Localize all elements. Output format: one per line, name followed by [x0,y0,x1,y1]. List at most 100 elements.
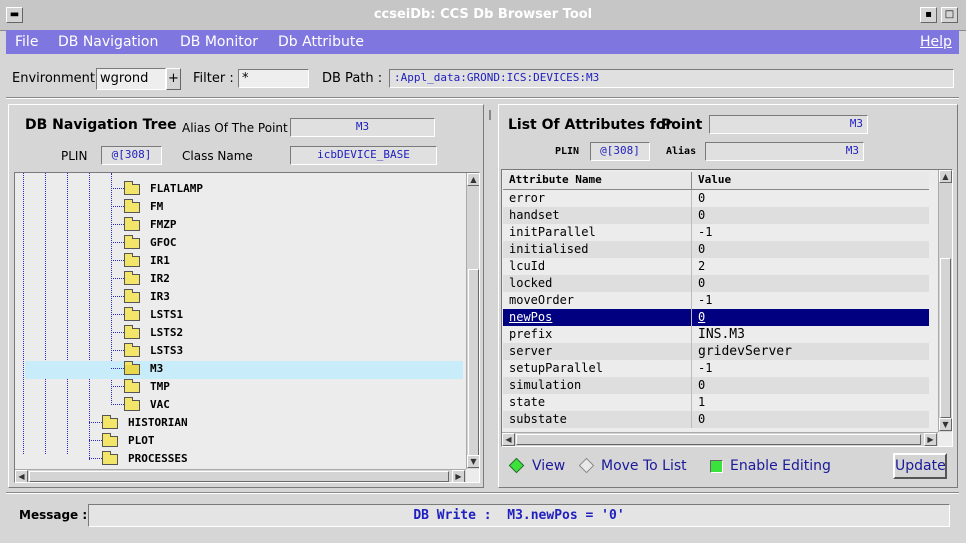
dbpath-label: DB Path : [322,71,383,86]
folder-icon [102,433,118,447]
attribute-value[interactable]: 0 [698,190,705,207]
tree-hscrollbar[interactable]: ◀ ▶ [15,469,466,482]
tree-hscroll-thumb[interactable] [29,471,449,482]
table-vscrollbar[interactable]: ▲ ▼ [938,170,952,432]
window-menu-icon[interactable]: ▬ [6,7,23,23]
folder-icon [124,325,140,339]
filter-input[interactable]: * [238,69,309,88]
tree-item-fmzp[interactable]: FMZP [150,216,177,234]
tree-item-historian[interactable]: HISTORIAN [128,414,188,432]
tree-vscroll-thumb[interactable] [468,269,479,459]
enable-editing-label[interactable]: Enable Editing [730,458,831,474]
attribute-row-moveorder[interactable]: moveOrder -1 [503,292,929,309]
tree-item-ir2[interactable]: IR2 [150,270,170,288]
attribute-row-initialised[interactable]: initialised 0 [503,241,929,258]
dbpath-field[interactable]: :Appl_data:GROND:ICS:DEVICES:M3 [389,69,954,88]
environment-field[interactable]: wgrond [96,68,166,90]
view-label[interactable]: View [532,458,565,474]
scroll-up-icon[interactable]: ▲ [939,170,952,183]
tree-item-gfoc[interactable]: GFOC [150,234,177,252]
attribute-row-locked[interactable]: locked 0 [503,275,929,292]
attribute-name: setupParallel [509,361,603,375]
table-hscrollbar[interactable]: ◀ ▶ [502,432,938,446]
tree-item-processes[interactable]: PROCESSES [128,450,188,468]
table-hscroll-thumb[interactable] [516,434,921,445]
move-to-list-label[interactable]: Move To List [601,458,687,474]
menu-file[interactable]: File [15,30,38,54]
attribute-row-server[interactable]: server gridevServer [503,343,929,360]
attribute-value[interactable]: 0 [698,207,705,224]
attribute-row-setupparallel[interactable]: setupParallel -1 [503,360,929,377]
attribute-row-initparallel[interactable]: initParallel -1 [503,224,929,241]
attribute-row-handset[interactable]: handset 0 [503,207,929,224]
update-button[interactable]: Update [893,453,947,479]
scroll-right-icon[interactable]: ▶ [452,470,465,482]
menu-help[interactable]: Help [920,30,952,54]
attribute-value[interactable]: 0 [698,309,705,326]
menu-db-navigation[interactable]: DB Navigation [58,30,158,54]
folder-icon [124,379,140,393]
attribute-name: prefix [509,327,553,341]
attribute-value[interactable]: -1 [698,224,712,241]
attribute-value[interactable]: -1 [698,360,712,377]
folder-icon [102,415,118,429]
scroll-down-icon[interactable]: ▼ [467,455,479,468]
tree-item-ir1[interactable]: IR1 [150,252,170,270]
attribute-value[interactable]: 0 [698,275,705,292]
attribute-row-error[interactable]: error 0 [503,190,929,207]
col-header-value[interactable]: Value [698,173,731,186]
attr-plin-label: PLIN [555,146,580,157]
scroll-right-icon[interactable]: ▶ [924,433,937,446]
attribute-row-prefix[interactable]: prefix INS.M3 [503,326,929,343]
menu-db-monitor[interactable]: DB Monitor [180,30,258,54]
attribute-name: error [509,191,546,205]
attribute-row-lcuid[interactable]: lcuId 2 [503,258,929,275]
attribute-value[interactable]: 0 [698,411,705,428]
environment-plus-button[interactable]: + [166,68,181,90]
attribute-value[interactable]: gridevServer [698,343,792,360]
attribute-value[interactable]: INS.M3 [698,326,745,343]
splitter-handle[interactable] [489,110,491,120]
attribute-value[interactable]: 0 [698,241,705,258]
tree-item-lsts1[interactable]: LSTS1 [150,306,183,324]
attribute-name: state [509,395,546,409]
scroll-left-icon[interactable]: ◀ [502,433,515,446]
menu-bar: File DB Navigation DB Monitor Db Attribu… [6,30,959,54]
attribute-row-substate[interactable]: substate 0 [503,411,929,428]
scroll-up-icon[interactable]: ▲ [467,173,479,186]
tree-item-lsts2[interactable]: LSTS2 [150,324,183,342]
tree-item-lsts3[interactable]: LSTS3 [150,342,183,360]
minimize-icon[interactable]: ▪ [920,7,937,23]
tree-item-ir3[interactable]: IR3 [150,288,170,306]
navigation-tree[interactable]: FLATLAMP FM FMZP GFOC IR1 IR2 IR3 LSTS1 LSTS2 LST… [14,172,480,483]
tree-item-fm[interactable]: FM [150,198,163,216]
tree-item-m3[interactable]: M3 [150,360,163,378]
table-vscroll-thumb[interactable] [940,258,951,418]
attribute-value[interactable]: 0 [698,377,705,394]
menu-db-attribute[interactable]: Db Attribute [278,30,364,54]
attribute-row-newpos[interactable]: newPos 0 [503,309,929,326]
attribute-table[interactable]: Attribute Name Value error 0 handset 0 initP… [501,169,953,447]
pane-splitter[interactable] [486,104,494,488]
tree-item-vac[interactable]: VAC [150,396,170,414]
folder-icon [124,289,140,303]
tree-item-flatlamp[interactable]: FLATLAMP [150,180,203,198]
alias-label: Alias Of The Point [182,121,288,135]
folder-icon [124,199,140,213]
attribute-value[interactable]: 2 [698,258,705,275]
tree-item-tmp[interactable]: TMP [150,378,170,396]
attr-alias-field: M3 [705,142,864,161]
attribute-row-state[interactable]: state 1 [503,394,929,411]
attribute-value[interactable]: 1 [698,394,705,411]
scroll-down-icon[interactable]: ▼ [939,418,952,431]
tree-item-plot[interactable]: PLOT [128,432,155,450]
tree-connector [111,332,124,333]
scroll-left-icon[interactable]: ◀ [15,470,28,482]
maximize-icon[interactable]: □ [941,7,958,23]
attribute-row-simulation[interactable]: simulation 0 [503,377,929,394]
col-header-name[interactable]: Attribute Name [509,173,602,186]
tree-connector [111,350,124,351]
enable-editing-checkbox[interactable] [710,460,723,473]
tree-vscrollbar[interactable]: ▲ ▼ [466,173,479,469]
attribute-value[interactable]: -1 [698,292,712,309]
